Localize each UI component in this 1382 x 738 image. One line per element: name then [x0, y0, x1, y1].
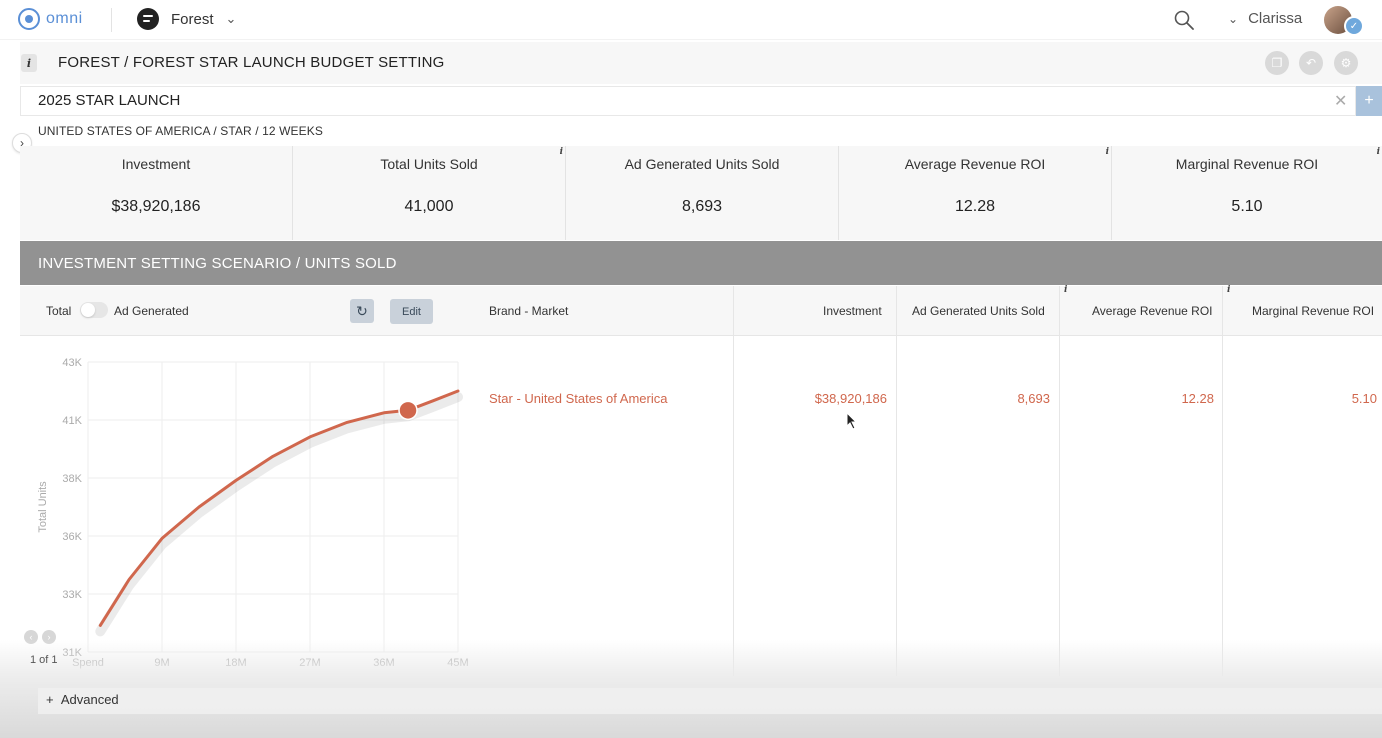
add-scenario-button[interactable]: + [1356, 86, 1382, 116]
logo-text: omni [46, 10, 83, 27]
kpi-card: Investment $38,920,186 [20, 146, 293, 240]
section-title: INVESTMENT SETTING SCENARIO / UNITS SOLD [38, 255, 397, 272]
y-tick-label: 36K [62, 531, 82, 543]
page-indicator: 1 of 1 [30, 654, 58, 666]
current-spend-point [398, 400, 418, 421]
chevron-down-icon: ⌄ [225, 11, 237, 26]
info-icon[interactable]: i [1377, 147, 1380, 157]
kpi-card: Average Revenue ROI 12.28 i [839, 146, 1112, 240]
column-divider [1059, 286, 1060, 676]
user-menu[interactable]: ⌄ Clarissa [1228, 10, 1302, 27]
scenario-name[interactable]: 2025 STAR LAUNCH [38, 92, 180, 109]
kpi-label: Ad Generated Units Sold [624, 156, 780, 172]
info-icon[interactable]: i [560, 147, 563, 157]
y-tick-label: 41K [62, 415, 82, 427]
gear-icon[interactable]: ⚙ [1334, 51, 1358, 75]
column-divider [1222, 286, 1223, 676]
close-icon[interactable]: ✕ [1334, 91, 1347, 111]
workspace-selector[interactable]: Forest ⌄ [137, 8, 236, 30]
mouse-cursor-icon [846, 412, 858, 430]
column-header-ad-generated-units[interactable]: Ad Generated Units Sold [912, 304, 1045, 318]
ad-generated-label: Ad Generated [114, 304, 189, 318]
series-line [98, 389, 460, 627]
workspace-icon [137, 8, 159, 30]
units-response-chart[interactable]: Spend9M18M27M36M45M31K33K36K38K41K43KTot… [20, 340, 470, 675]
y-tick-label: 43K [62, 357, 82, 369]
top-nav: omni Forest ⌄ ⌄ Clarissa ✓ [0, 0, 1382, 40]
kpi-card: Marginal Revenue ROI 5.10 i [1112, 146, 1382, 240]
nav-divider [111, 8, 112, 32]
advanced-section[interactable] [38, 688, 1382, 714]
undo-icon[interactable]: ↶ [1299, 51, 1323, 75]
table-cell-investment[interactable]: $38,920,186 [733, 391, 887, 406]
kpi-value: 8,693 [681, 198, 723, 215]
y-axis-label: Total Units [37, 481, 49, 533]
y-tick-label: 38K [62, 473, 82, 485]
kpi-row: Investment $38,920,186 Total Units Sold … [20, 146, 1382, 240]
column-divider [733, 286, 734, 676]
table-cell-average-revenue-roi[interactable]: 12.28 [1059, 391, 1214, 406]
chevron-down-icon: ⌄ [1228, 11, 1239, 26]
column-divider [896, 286, 897, 676]
info-icon[interactable]: i [1227, 285, 1230, 295]
info-icon[interactable]: i [21, 54, 37, 72]
total-adgen-toggle[interactable] [80, 302, 108, 318]
kpi-value: $38,920,186 [111, 198, 201, 215]
kpi-label: Marginal Revenue ROI [1175, 156, 1319, 172]
workspace-name: Forest [171, 10, 214, 28]
scenario-tab[interactable] [20, 86, 1356, 116]
shield-badge-icon: ✓ [1344, 16, 1364, 36]
table-cell-ad-generated-units[interactable]: 8,693 [896, 391, 1050, 406]
column-header-brand-market[interactable]: Brand - Market [489, 304, 568, 318]
kpi-card: Total Units Sold 41,000 i [293, 146, 566, 240]
kpi-label: Total Units Sold [380, 156, 478, 172]
copy-icon[interactable]: ❐ [1265, 51, 1289, 75]
kpi-value: 5.10 [1231, 198, 1263, 215]
column-header-investment[interactable]: Investment [823, 304, 882, 318]
total-label: Total [46, 304, 72, 318]
search-icon[interactable] [1174, 10, 1194, 30]
column-header-marginal-revenue-roi[interactable]: Marginal Revenue ROI [1252, 304, 1374, 318]
page-title: FOREST / FOREST STAR LAUNCH BUDGET SETTI… [58, 54, 445, 71]
edit-button[interactable]: Edit [390, 299, 433, 324]
scenario-subtitle: UNITED STATES OF AMERICA / STAR / 12 WEE… [38, 124, 323, 138]
y-tick-label: 33K [62, 589, 82, 601]
kpi-card: Ad Generated Units Sold 8,693 [566, 146, 839, 240]
table-cell-brand-market[interactable]: Star - United States of America [489, 391, 667, 406]
kpi-value: 12.28 [954, 198, 996, 215]
info-icon[interactable]: i [1106, 147, 1109, 157]
kpi-label: Investment [121, 156, 191, 172]
series-line-shadow [95, 392, 463, 637]
advanced-label: Advanced [60, 692, 119, 707]
reset-button[interactable]: ↻ [350, 299, 374, 323]
info-icon[interactable]: i [1064, 285, 1067, 295]
omni-logo-icon [18, 8, 40, 30]
advanced-toggle[interactable]: + Advanced [46, 692, 119, 707]
kpi-label: Average Revenue ROI [904, 156, 1046, 172]
omni-logo[interactable]: omni [18, 8, 83, 30]
kpi-value: 41,000 [404, 198, 454, 215]
user-name: Clarissa [1248, 10, 1303, 27]
column-header-average-revenue-roi[interactable]: Average Revenue ROI [1092, 304, 1213, 318]
table-cell-marginal-revenue-roi[interactable]: 5.10 [1222, 391, 1377, 406]
